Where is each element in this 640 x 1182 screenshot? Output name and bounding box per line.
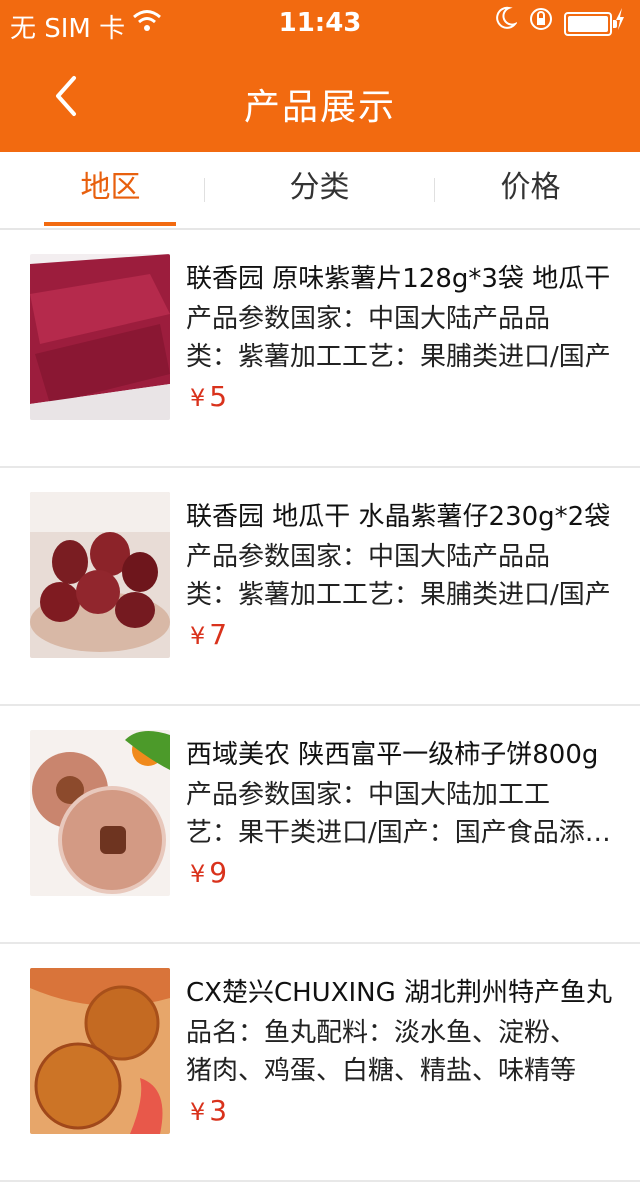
list-item[interactable]: CX楚兴CHUXING 湖北荆州特产鱼丸 品名：鱼丸配料：淡水鱼、淀粉、 猪肉、… [0,944,640,1182]
product-image [30,492,170,658]
tab-category[interactable]: 分类 [213,152,426,224]
product-description-line: 类：紫薯加工工艺：果脯类进口/国产 [186,342,611,372]
product-image [30,968,170,1134]
product-price: ¥5 [190,380,227,413]
product-name: CX楚兴CHUXING 湖北荆州特产鱼丸 [186,978,613,1008]
product-description: 产品参数国家：中国大陆产品品 类：紫薯加工工艺：果脯类进口/国产 [186,538,616,614]
currency-symbol: ¥ [190,384,206,412]
tab-region[interactable]: 地区 [4,152,217,224]
moon-icon [495,6,518,36]
product-name: 联香园 原味紫薯片128g*3袋 地瓜干 [186,264,611,294]
currency-symbol: ¥ [190,1098,206,1126]
product-description-line: 品名：鱼丸配料：淡水鱼、淀粉、 [186,1018,577,1048]
product-price: ¥7 [190,618,227,651]
product-description: 品名：鱼丸配料：淡水鱼、淀粉、 猪肉、鸡蛋、白糖、精盐、味精等 [186,1014,616,1090]
active-tab-indicator [44,222,176,226]
product-image [30,730,170,896]
currency-symbol: ¥ [190,860,206,888]
product-price: ¥9 [190,856,227,889]
product-image [30,254,170,420]
tab-divider [204,178,205,202]
tab-price[interactable]: 价格 [424,152,637,224]
list-item[interactable]: 联香园 地瓜干 水晶紫薯仔230g*2袋 产品参数国家：中国大陆产品品 类：紫薯… [0,468,640,706]
product-name: 联香园 地瓜干 水晶紫薯仔230g*2袋 [186,502,611,532]
product-description: 产品参数国家：中国大陆加工工 艺：果干类进口/国产：国产食品添加剂 [186,776,616,852]
product-description-line: 产品参数国家：中国大陆产品品 [186,542,551,572]
product-description-line: 艺：果干类进口/国产：国产食品添加剂 [186,818,616,848]
currency-symbol: ¥ [190,622,206,650]
product-description-line: 类：紫薯加工工艺：果脯类进口/国产 [186,580,611,610]
filter-tabs: 地区 分类 价格 [0,152,640,230]
product-description-line: 产品参数国家：中国大陆产品品 [186,304,551,334]
status-bar: 无 SIM 卡 11:43 [0,0,640,44]
product-name: 西域美农 陕西富平一级柿子饼800g [186,740,599,770]
product-description: 产品参数国家：中国大陆产品品 类：紫薯加工工艺：果脯类进口/国产 [186,300,616,376]
price-value: 3 [209,1094,228,1127]
list-item[interactable]: 联香园 原味紫薯片128g*3袋 地瓜干 产品参数国家：中国大陆产品品 类：紫薯… [0,230,640,468]
app-header: 无 SIM 卡 11:43 产品展示 [0,0,640,152]
price-value: 7 [209,618,228,651]
list-item[interactable]: 西域美农 陕西富平一级柿子饼800g 产品参数国家：中国大陆加工工 艺：果干类进… [0,706,640,944]
charging-icon [614,7,626,37]
product-description-line: 产品参数国家：中国大陆加工工 [186,780,551,810]
page-title: 产品展示 [243,87,396,128]
rotation-lock-icon [528,6,554,38]
product-list: 联香园 原味紫薯片128g*3袋 地瓜干 产品参数国家：中国大陆产品品 类：紫薯… [0,230,640,1182]
price-value: 5 [209,380,228,413]
product-price: ¥3 [190,1094,227,1127]
battery-icon [564,12,617,36]
price-value: 9 [209,856,228,889]
product-description-line: 猪肉、鸡蛋、白糖、精盐、味精等 [186,1056,577,1086]
